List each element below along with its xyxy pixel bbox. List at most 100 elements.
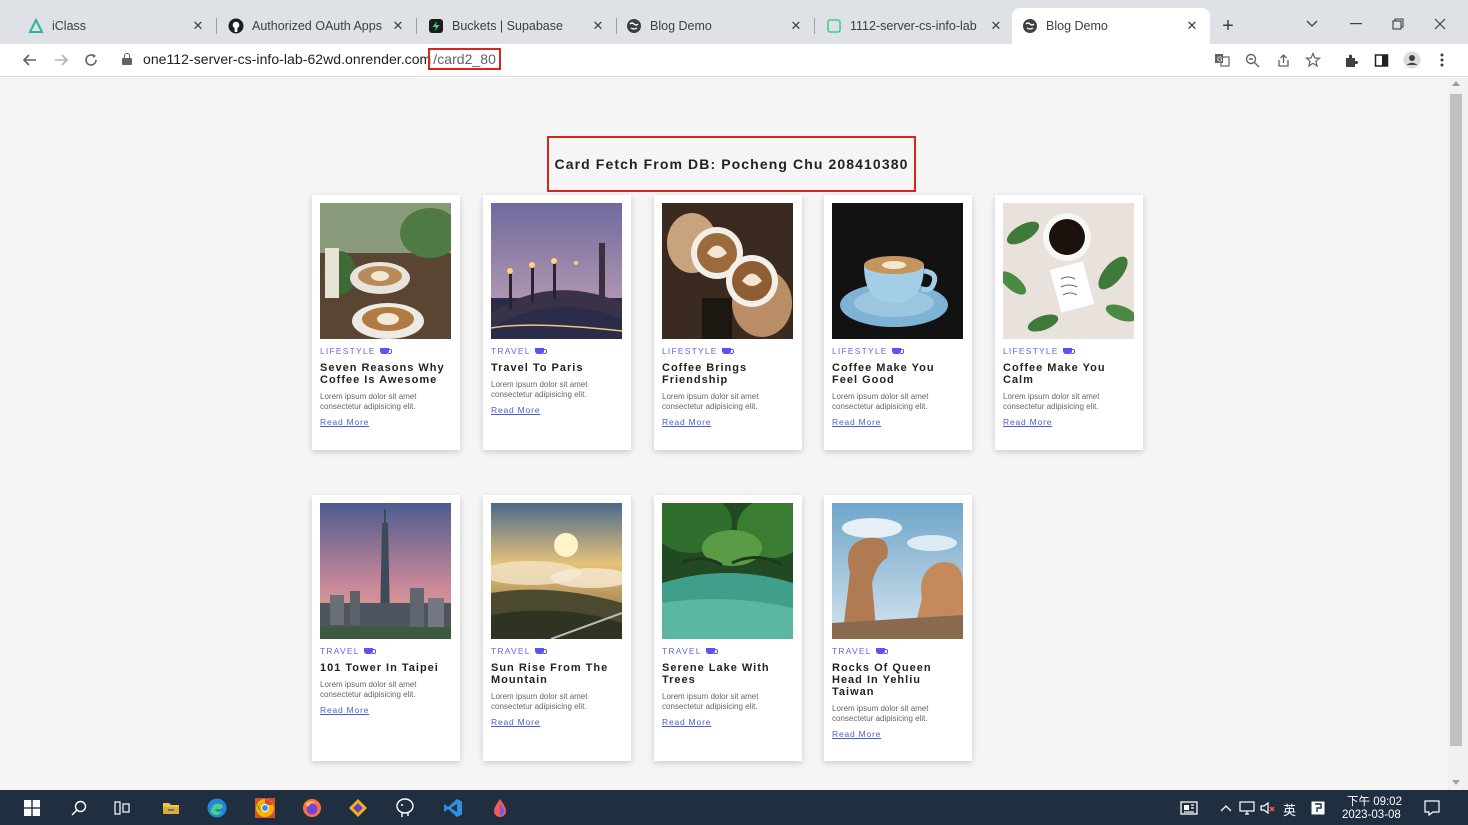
card-title: 101 Tower In Taipei bbox=[320, 662, 439, 674]
ime-mode-icon[interactable] bbox=[1306, 796, 1330, 820]
read-more-link[interactable]: Read More bbox=[320, 417, 369, 427]
coffee-latte-art-photo[interactable] bbox=[320, 203, 451, 339]
card-description: Lorem ipsum dolor sit amet consectetur a… bbox=[832, 392, 929, 411]
close-icon[interactable]: ✕ bbox=[590, 18, 606, 34]
extensions-icon[interactable] bbox=[1341, 50, 1361, 70]
close-icon[interactable]: ✕ bbox=[390, 18, 406, 34]
menu-kebab-icon[interactable] bbox=[1432, 50, 1452, 70]
forward-button[interactable] bbox=[50, 49, 72, 71]
read-more-link[interactable]: Read More bbox=[491, 717, 540, 727]
tab-blog-demo-active[interactable]: Blog Demo ✕ bbox=[1012, 8, 1210, 44]
yehliu-rocks-photo[interactable] bbox=[832, 503, 963, 639]
scroll-down-arrow-icon[interactable] bbox=[1452, 780, 1460, 785]
blog-card: TRAVEL Travel To Paris Lorem ipsum dolor… bbox=[483, 195, 631, 450]
coffee-cup-icon bbox=[705, 648, 718, 654]
close-window-button[interactable] bbox=[1426, 12, 1454, 36]
browser-toolbar: one112-server-cs-info-lab-62wd.onrender.… bbox=[0, 44, 1468, 77]
page-heading: Card Fetch From DB: Pocheng Chu 20841038… bbox=[554, 156, 909, 172]
bookmark-star-icon[interactable] bbox=[1303, 50, 1323, 70]
read-more-link[interactable]: Read More bbox=[491, 405, 540, 415]
tab-search-chevron-icon[interactable] bbox=[1298, 12, 1326, 36]
coffee-cup-icon bbox=[875, 648, 888, 654]
card-title: Coffee Brings Friendship bbox=[662, 362, 748, 386]
card-category: TRAVEL bbox=[491, 646, 623, 656]
tab-blog-demo[interactable]: Blog Demo ✕ bbox=[616, 8, 814, 44]
ime-language-indicator[interactable]: 英 bbox=[1283, 800, 1296, 819]
coffee-cup-saucer-photo[interactable] bbox=[832, 203, 963, 339]
tab-strip: iClass ✕ Authorized OAuth Apps ✕ Buckets… bbox=[0, 0, 1468, 44]
coffee-cup-icon bbox=[721, 348, 734, 354]
scroll-up-arrow-icon[interactable] bbox=[1452, 81, 1460, 86]
search-icon[interactable] bbox=[67, 796, 91, 820]
supabase-icon bbox=[428, 18, 444, 34]
tab-title: 1112-server-cs-info-lab bbox=[850, 19, 977, 33]
coffee-cups-cheers-photo[interactable] bbox=[662, 203, 793, 339]
close-icon[interactable]: ✕ bbox=[1184, 18, 1200, 34]
svg-text:G: G bbox=[1217, 56, 1222, 64]
close-icon[interactable]: ✕ bbox=[988, 18, 1004, 34]
tab-buckets-supabase[interactable]: Buckets | Supabase ✕ bbox=[418, 8, 616, 44]
card-category: TRAVEL bbox=[832, 646, 964, 656]
git-client-icon[interactable] bbox=[346, 796, 370, 820]
read-more-link[interactable]: Read More bbox=[832, 729, 881, 739]
card-title: Seven Reasons Why Coffee Is Awesome bbox=[320, 362, 445, 386]
share-icon[interactable] bbox=[1273, 50, 1293, 70]
card-description: Lorem ipsum dolor sit amet consectetur a… bbox=[320, 392, 417, 411]
close-icon[interactable]: ✕ bbox=[190, 18, 206, 34]
drop-app-icon[interactable] bbox=[488, 796, 512, 820]
lock-icon[interactable] bbox=[122, 53, 132, 65]
card-title: Sun Rise From The Mountain bbox=[491, 662, 609, 686]
new-tab-button[interactable]: + bbox=[1216, 14, 1240, 38]
back-button[interactable] bbox=[19, 49, 41, 71]
scrollbar-thumb[interactable] bbox=[1450, 94, 1462, 746]
firefox-browser-icon[interactable] bbox=[300, 796, 324, 820]
chrome-browser-icon[interactable] bbox=[253, 796, 277, 820]
edge-browser-icon[interactable] bbox=[205, 796, 229, 820]
translate-icon[interactable]: G bbox=[1212, 50, 1232, 70]
taipei-101-photo[interactable] bbox=[320, 503, 451, 639]
tab-title: Blog Demo bbox=[1046, 19, 1108, 33]
tab-iclass[interactable]: iClass ✕ bbox=[18, 8, 216, 44]
card-description: Lorem ipsum dolor sit amet consectetur a… bbox=[662, 392, 759, 411]
clock-date[interactable]: 2023-03-08 bbox=[1342, 809, 1401, 821]
windows-start-icon[interactable] bbox=[20, 796, 44, 820]
read-more-link[interactable]: Read More bbox=[1003, 417, 1052, 427]
tab-separator bbox=[814, 18, 815, 34]
globe-icon bbox=[626, 18, 642, 34]
tab-title: iClass bbox=[52, 19, 87, 33]
github-icon bbox=[228, 18, 244, 34]
restore-button[interactable] bbox=[1384, 12, 1412, 36]
read-more-link[interactable]: Read More bbox=[320, 705, 369, 715]
volume-muted-icon[interactable] bbox=[1256, 796, 1280, 820]
task-view-icon[interactable] bbox=[110, 796, 134, 820]
clock-time[interactable]: 下午 09:02 bbox=[1347, 793, 1402, 809]
vscode-icon[interactable] bbox=[441, 796, 465, 820]
read-more-link[interactable]: Read More bbox=[662, 417, 711, 427]
minimize-button[interactable] bbox=[1342, 12, 1370, 36]
read-more-link[interactable]: Read More bbox=[832, 417, 881, 427]
notification-icon[interactable] bbox=[1420, 796, 1444, 820]
globe-icon bbox=[1022, 18, 1038, 34]
profile-avatar-icon[interactable] bbox=[1402, 50, 1422, 70]
side-panel-icon[interactable] bbox=[1371, 50, 1391, 70]
tab-authorized-oauth-apps[interactable]: Authorized OAuth Apps ✕ bbox=[218, 8, 416, 44]
zoom-icon[interactable] bbox=[1242, 50, 1262, 70]
paris-bridge-photo[interactable] bbox=[491, 203, 622, 339]
coffee-leaves-note-photo[interactable] bbox=[1003, 203, 1134, 339]
read-more-link[interactable]: Read More bbox=[662, 717, 711, 727]
reload-button[interactable] bbox=[80, 49, 102, 71]
card-description: Lorem ipsum dolor sit amet consectetur a… bbox=[1003, 392, 1100, 411]
postgresql-icon[interactable] bbox=[393, 796, 417, 820]
page-scrollbar[interactable] bbox=[1448, 78, 1468, 790]
windows-taskbar: 英 下午 09:02 2023-03-08 bbox=[0, 790, 1468, 825]
news-widget-icon[interactable] bbox=[1177, 796, 1201, 820]
close-icon[interactable]: ✕ bbox=[788, 18, 804, 34]
coffee-cup-icon bbox=[891, 348, 904, 354]
render-icon bbox=[826, 18, 842, 34]
lake-trees-photo[interactable] bbox=[662, 503, 793, 639]
tab-1112-server-cs-info-lab[interactable]: 1112-server-cs-info-lab ✕ bbox=[816, 8, 1014, 44]
address-bar[interactable]: one112-server-cs-info-lab-62wd.onrender.… bbox=[143, 48, 501, 70]
file-explorer-icon[interactable] bbox=[159, 796, 183, 820]
blog-card: TRAVEL Serene Lake With Trees Lorem ipsu… bbox=[654, 495, 802, 761]
mountain-sunrise-photo[interactable] bbox=[491, 503, 622, 639]
